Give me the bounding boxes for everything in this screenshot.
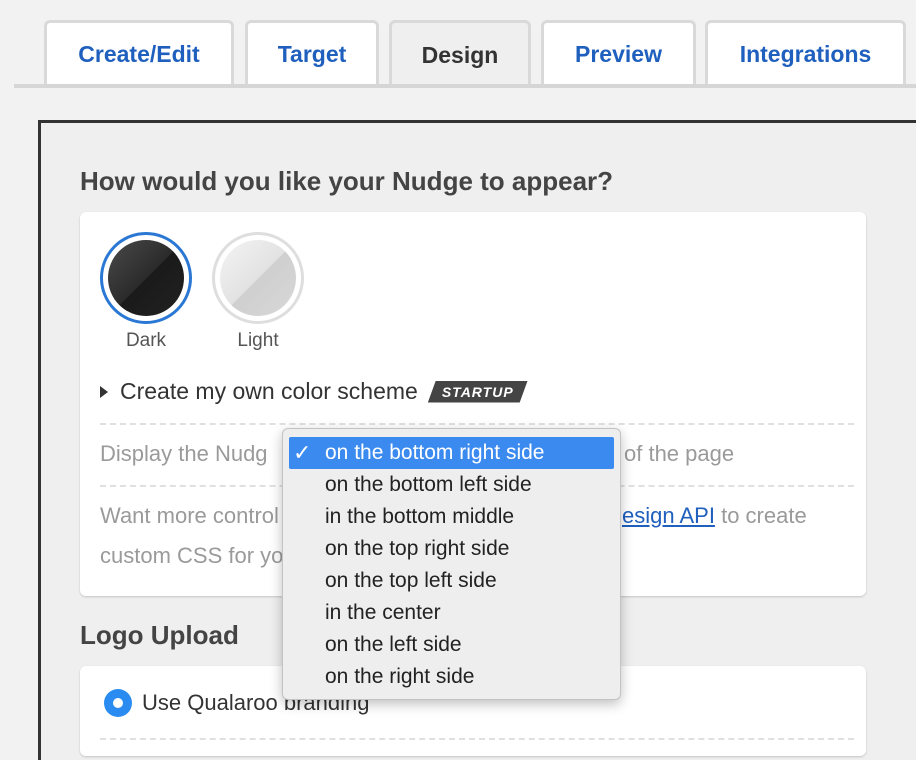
dropdown-option-bottom-middle[interactable]: in the bottom middle [283, 501, 620, 533]
dropdown-option-right[interactable]: on the right side [283, 661, 620, 693]
radio-dot-icon [113, 698, 123, 708]
light-swatch-fill [220, 240, 296, 316]
dark-swatch-fill [108, 240, 184, 316]
disclosure-triangle-icon [100, 385, 108, 398]
dark-swatch[interactable] [100, 232, 192, 324]
custom-scheme-label: Create my own color scheme [120, 378, 418, 404]
checkmark-icon: ✓ [293, 440, 312, 465]
tab-divider [14, 84, 916, 88]
divider [100, 423, 854, 425]
api-note-link-line: esign API to create [622, 503, 807, 529]
light-swatch-label: Light [237, 330, 279, 351]
dropdown-option-bottom-left[interactable]: on the bottom left side [283, 469, 620, 501]
dropdown-option-left[interactable]: on the left side [283, 629, 620, 661]
logo-upload-title: Logo Upload [80, 620, 239, 650]
tab-bar: Create/Edit Target Design Preview Integr… [0, 0, 916, 88]
tab-design[interactable]: Design [389, 20, 531, 88]
tab-create-edit[interactable]: Create/Edit [44, 20, 234, 86]
dropdown-option-label: on the bottom right side [325, 441, 545, 464]
dropdown-option-top-right[interactable]: on the top right side [283, 533, 620, 565]
dropdown-option-bottom-right[interactable]: ✓ on the bottom right side [289, 437, 614, 469]
tab-integrations[interactable]: Integrations [705, 20, 906, 86]
design-api-link[interactable]: esign API [622, 503, 715, 528]
api-note-prefix: Want more control [100, 503, 279, 528]
display-suffix: of the page [624, 441, 735, 466]
custom-scheme-toggle[interactable]: Create my own color scheme STARTUP [100, 378, 528, 405]
tab-preview[interactable]: Preview [541, 20, 696, 86]
appearance-title: How would you like your Nudge to appear? [80, 166, 614, 196]
startup-badge: STARTUP [427, 380, 528, 403]
display-prefix: Display the Nudg [100, 441, 268, 466]
light-swatch[interactable] [212, 232, 304, 324]
dropdown-option-top-left[interactable]: on the top left side [283, 565, 620, 597]
dropdown-option-center[interactable]: in the center [283, 597, 620, 629]
api-note-suffix: to create [721, 503, 807, 528]
api-note-line2: custom CSS for yo [100, 543, 284, 568]
dark-swatch-label: Dark [125, 330, 167, 351]
tab-target[interactable]: Target [245, 20, 379, 86]
position-dropdown[interactable]: ✓ on the bottom right side on the bottom… [282, 428, 621, 700]
branding-radio[interactable] [104, 689, 132, 717]
